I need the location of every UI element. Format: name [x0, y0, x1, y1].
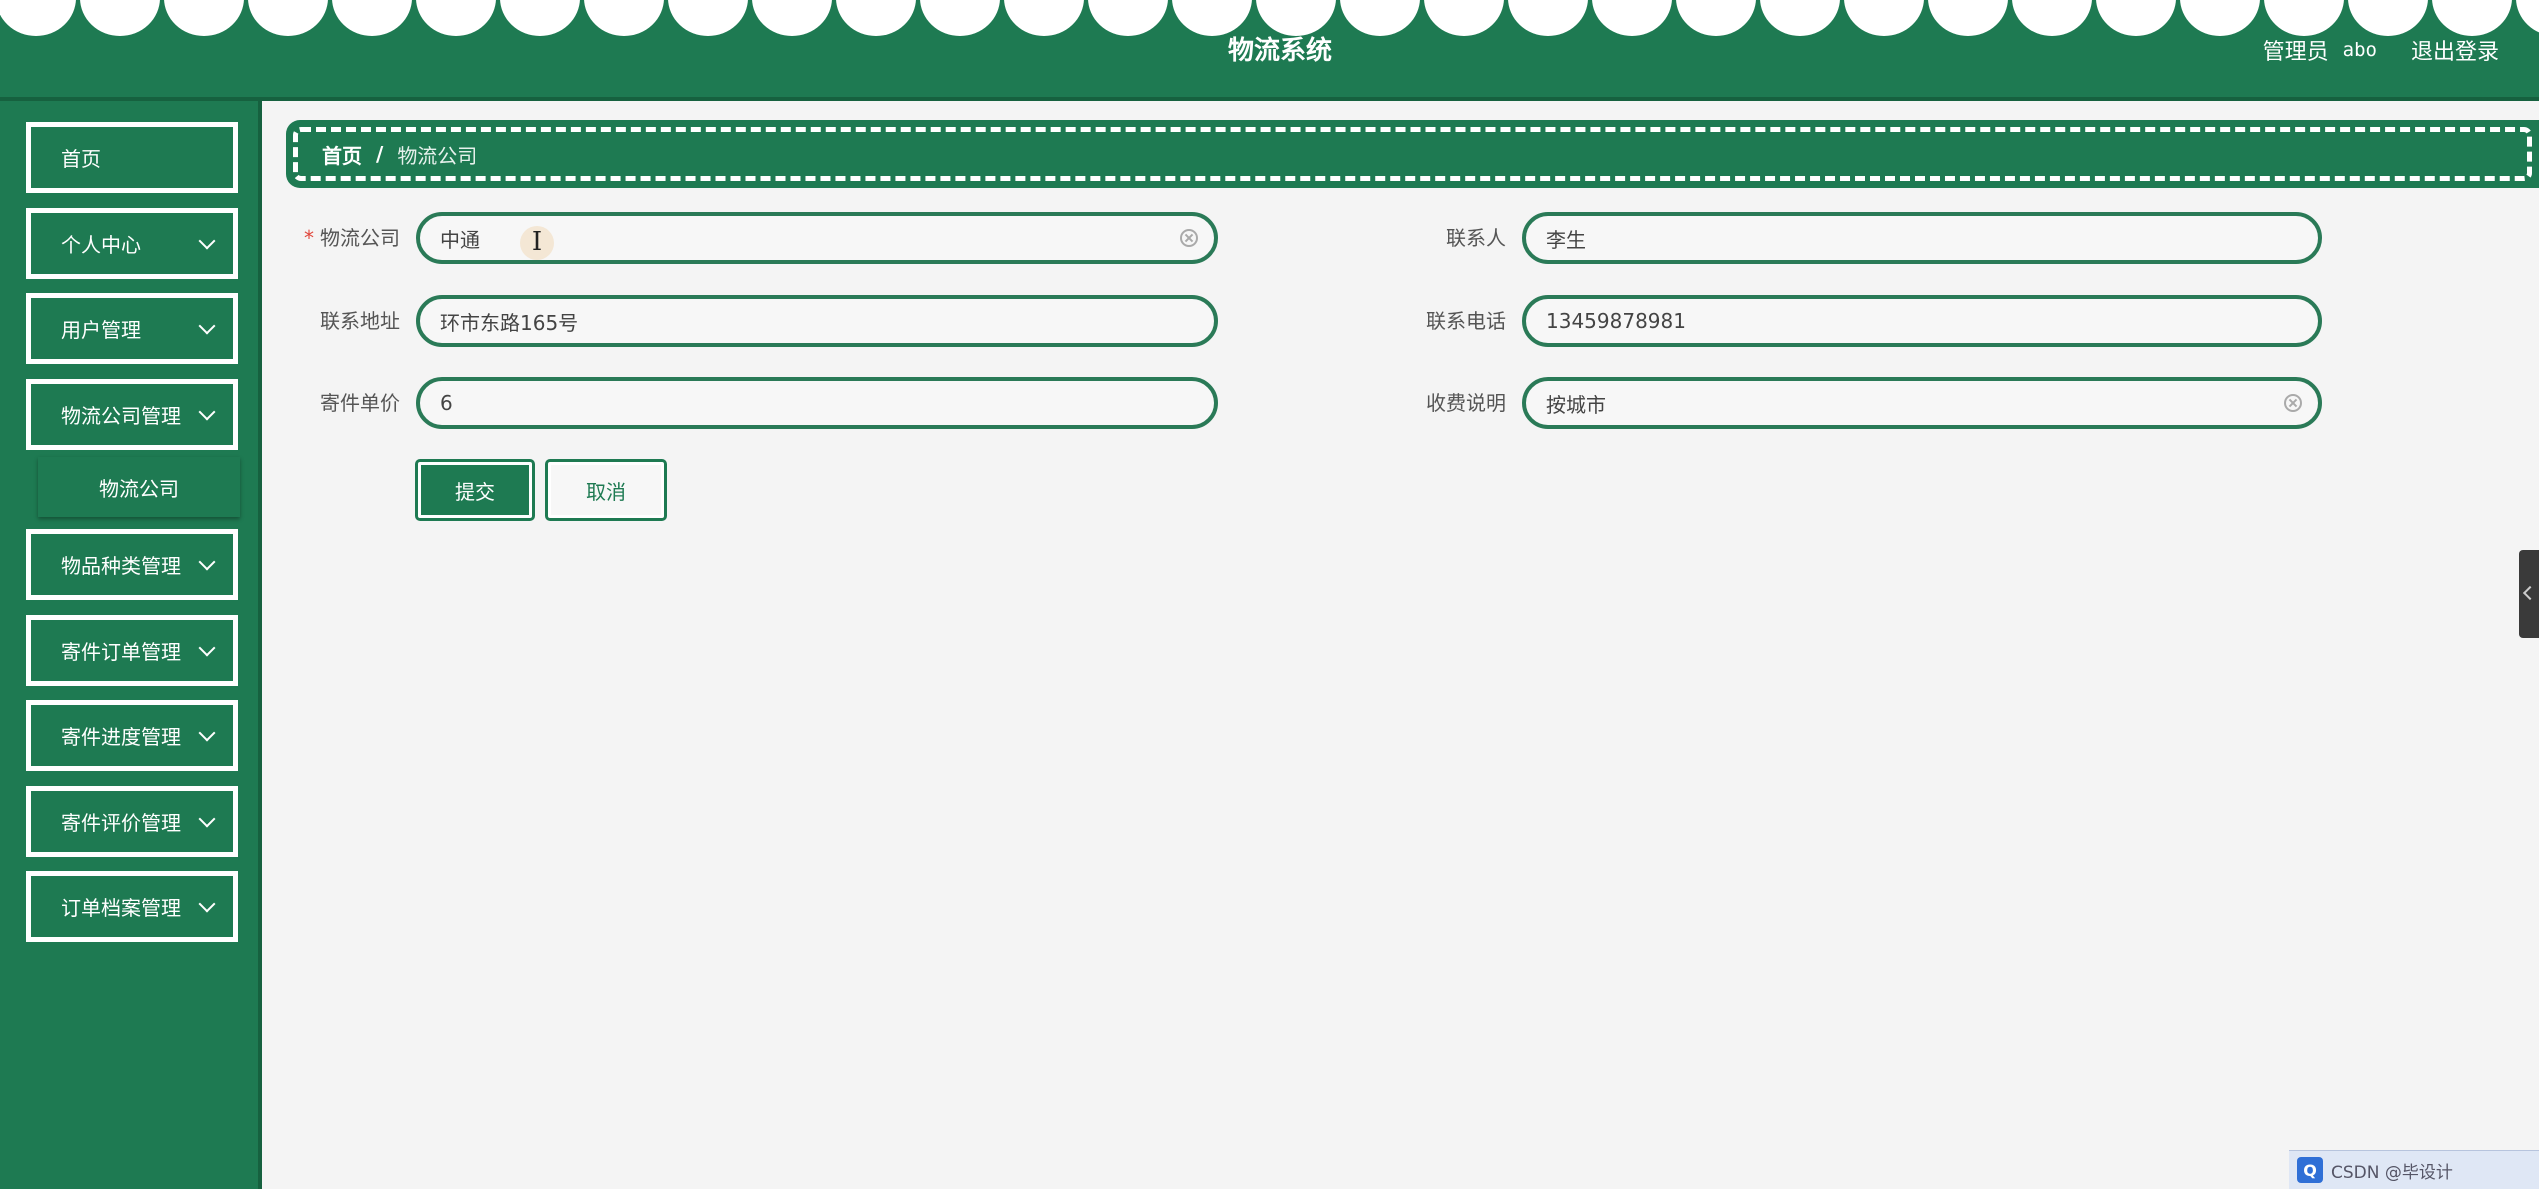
contact-input[interactable] [1522, 212, 2322, 264]
chevron-down-icon [198, 317, 216, 334]
submit-button[interactable]: 提交 [415, 459, 535, 521]
sidebar-subitem-label: 物流公司 [99, 476, 179, 501]
chevron-down-icon [198, 639, 216, 656]
chevron-down-icon [198, 895, 216, 912]
sidebar-item-label: 个人中心 [61, 233, 141, 257]
phone-input-field[interactable] [1546, 309, 2302, 333]
sidebar-item-home[interactable]: 首页 [26, 122, 238, 193]
system-tray: Q CSDN @毕设计 [2289, 1150, 2539, 1189]
breadcrumb-bar: 首页 / 物流公司 [286, 120, 2539, 188]
tray-watermark-text: CSDN @毕设计 [2331, 1162, 2453, 1183]
sidebar-item-label: 物流公司管理 [61, 404, 181, 428]
breadcrumb-home-link[interactable]: 首页 [322, 140, 362, 169]
sidebar: 首页 个人中心 用户管理 物流公司管理 物流公司 物品种类管理 寄件订单管理 寄… [0, 101, 262, 1189]
sidebar-item-label: 物品种类管理 [61, 554, 181, 578]
cancel-button[interactable]: 取消 [545, 459, 667, 521]
company-label: * 物流公司 [304, 226, 400, 250]
app-title: 物流系统 [1227, 36, 1332, 66]
text-cursor-icon: I [520, 226, 554, 260]
user-name: abo [2342, 39, 2377, 61]
chevron-down-icon [198, 232, 216, 249]
clear-icon[interactable] [1180, 229, 1198, 247]
price-label: 寄件单价 [320, 391, 400, 415]
sidebar-subitem-logistics-company[interactable]: 物流公司 [38, 457, 240, 517]
address-label: 联系地址 [320, 309, 400, 333]
user-role-label: 管理员 [2262, 40, 2329, 65]
fee-note-input[interactable] [1522, 377, 2322, 429]
sidebar-item-shipment-review-management[interactable]: 寄件评价管理 [26, 786, 238, 857]
sidebar-item-shipment-progress-management[interactable]: 寄件进度管理 [26, 700, 238, 771]
logout-link[interactable]: 退出登录 [2411, 34, 2499, 66]
top-header: 物流系统 管理员 abo 退出登录 [0, 0, 2539, 101]
contact-label: 联系人 [1446, 226, 1506, 250]
breadcrumb-current: 物流公司 [397, 143, 478, 168]
contact-input-field[interactable] [1546, 226, 2302, 250]
required-mark: * [304, 226, 314, 250]
chevron-down-icon [198, 810, 216, 827]
phone-label: 联系电话 [1426, 309, 1506, 333]
sidebar-item-label: 寄件评价管理 [61, 811, 181, 835]
sidebar-item-shipment-order-management[interactable]: 寄件订单管理 [26, 615, 238, 686]
sidebar-item-label: 用户管理 [61, 318, 141, 342]
sidebar-item-logistics-company-management[interactable]: 物流公司管理 [26, 379, 238, 450]
sidebar-item-label: 订单档案管理 [61, 896, 181, 920]
tray-app-icon[interactable]: Q [2297, 1157, 2323, 1183]
breadcrumb-separator: / [376, 142, 384, 166]
sidebar-item-label: 寄件订单管理 [61, 640, 181, 664]
fee-note-label: 收费说明 [1426, 391, 1506, 415]
breadcrumb: 首页 / 物流公司 [293, 127, 2532, 181]
header-user-area: 管理员 abo 退出登录 [2263, 34, 2499, 66]
chevron-down-icon [198, 553, 216, 570]
clear-icon[interactable] [2284, 394, 2302, 412]
address-input-field[interactable] [440, 309, 1198, 333]
price-input-field[interactable] [440, 391, 1198, 415]
fee-note-input-field[interactable] [1546, 391, 2284, 415]
sidebar-item-order-archive-management[interactable]: 订单档案管理 [26, 871, 238, 942]
side-panel-toggle[interactable] [2519, 550, 2539, 638]
phone-input[interactable] [1522, 295, 2322, 347]
sidebar-item-personal-center[interactable]: 个人中心 [26, 208, 238, 279]
address-input[interactable] [416, 295, 1218, 347]
sidebar-item-label: 首页 [61, 147, 101, 171]
price-input[interactable] [416, 377, 1218, 429]
sidebar-item-user-management[interactable]: 用户管理 [26, 293, 238, 364]
chevron-down-icon [198, 724, 216, 741]
sidebar-item-item-category-management[interactable]: 物品种类管理 [26, 529, 238, 600]
chevron-down-icon [198, 403, 216, 420]
sidebar-item-label: 寄件进度管理 [61, 725, 181, 749]
